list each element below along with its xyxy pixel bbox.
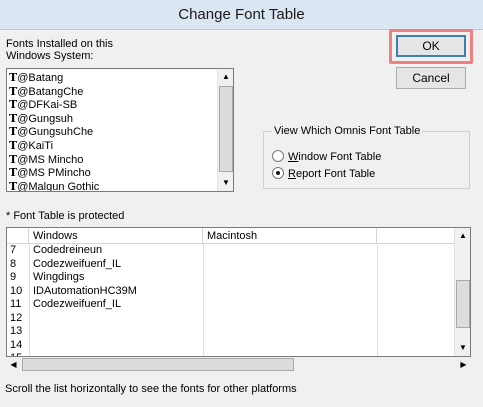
truetype-font-icon: T (9, 111, 17, 125)
font-list-item[interactable]: T@DFKai-SB (9, 98, 216, 112)
windows-font-cell[interactable]: Wingdings (33, 271, 84, 285)
font-name: @Malgun Gothic (17, 180, 100, 192)
table-row[interactable]: 11 Codezweifuenf_IL (7, 298, 453, 312)
row-number: 10 (10, 284, 23, 297)
table-row[interactable]: 10 IDAutomationHC39M (7, 285, 453, 299)
footer-hint: Scroll the list horizontally to see the … (5, 383, 297, 395)
font-list-item[interactable]: T@Gungsuh (9, 112, 216, 126)
row-number: 12 (10, 311, 23, 324)
table-row[interactable]: 8 Codezweifuenf_IL (7, 258, 453, 272)
table-scroll-up-arrow-icon[interactable]: ▲ (455, 228, 470, 244)
scroll-down-arrow-icon[interactable]: ▼ (218, 175, 233, 191)
truetype-font-icon: T (9, 166, 17, 180)
windows-font-cell[interactable]: Codezweifuenf_IL (33, 258, 121, 272)
font-list-item[interactable]: T@KaiTi (9, 139, 216, 153)
truetype-font-icon: T (9, 84, 17, 98)
header-extra[interactable] (377, 228, 455, 244)
font-list-item[interactable]: T@Batang (9, 71, 216, 85)
row-number: 14 (10, 338, 23, 351)
table-horizontal-scrollbar[interactable]: ◀ ▶ (6, 357, 471, 372)
row-number: 9 (10, 271, 17, 283)
row-number: 11 (10, 298, 22, 310)
truetype-font-icon: T (9, 152, 17, 166)
table-vertical-scrollbar[interactable]: ▲ ▼ (454, 228, 470, 356)
font-list-item[interactable]: T@Malgun Gothic (9, 179, 216, 192)
radio-button-icon[interactable] (272, 150, 284, 162)
ok-button[interactable]: OK (396, 35, 466, 57)
table-scroll-down-arrow-icon[interactable]: ▼ (455, 340, 470, 356)
font-list-item[interactable]: T@GungsuhChe (9, 125, 216, 139)
font-name: @GungsuhChe (17, 126, 94, 139)
truetype-font-icon: T (9, 179, 17, 192)
radio-window-label: Window Font Table (288, 151, 382, 163)
font-name: @KaiTi (17, 139, 54, 152)
scroll-right-arrow-icon[interactable]: ▶ (456, 357, 471, 372)
header-macintosh[interactable]: Macintosh (203, 228, 377, 244)
window-title: Change Font Table (0, 0, 483, 30)
table-row[interactable]: 13 (7, 325, 453, 339)
truetype-font-icon: T (9, 71, 17, 84)
fonts-installed-label-line1: Fonts Installed on this (6, 38, 114, 50)
table-row[interactable]: 7 Codedreineun (7, 244, 453, 258)
radio-button-selected-icon[interactable] (272, 167, 284, 179)
table-header: Windows Macintosh (7, 228, 470, 244)
font-name: @DFKai-SB (17, 99, 78, 112)
windows-font-cell[interactable]: Codedreineun (33, 244, 102, 258)
radio-report-font-table[interactable]: Report Font Table (272, 167, 375, 181)
font-list-item[interactable]: T@BatangChe (9, 85, 216, 99)
font-name: @MS PMincho (17, 167, 91, 180)
header-num (7, 228, 29, 244)
font-name: @Batang (17, 72, 64, 84)
radio-report-label: Report Font Table (288, 168, 376, 180)
table-row[interactable]: 9 Wingdings (7, 271, 453, 285)
table-scroll-thumb[interactable] (456, 280, 470, 328)
truetype-font-icon: T (9, 125, 17, 139)
font-mapping-table[interactable]: Windows Macintosh 7 Codedreineun 8 Codezwei… (6, 227, 471, 357)
font-list-item[interactable]: T@MS Mincho (9, 153, 216, 167)
row-number: 8 (10, 257, 17, 270)
font-name: @Gungsuh (17, 112, 73, 125)
fonts-installed-label-line2: Windows System: (6, 50, 94, 62)
truetype-font-icon: T (9, 138, 17, 152)
truetype-font-icon: T (9, 98, 17, 112)
font-list-scrollbar[interactable]: ▲ ▼ (217, 69, 233, 191)
font-list-scroll-thumb[interactable] (219, 86, 233, 172)
row-number: 13 (10, 325, 23, 337)
protected-note: * Font Table is protected (6, 210, 125, 222)
table-row[interactable]: 12 (7, 312, 453, 326)
horizontal-scroll-thumb[interactable] (22, 358, 294, 371)
cancel-button[interactable]: Cancel (396, 67, 466, 89)
radio-window-font-table[interactable]: Window Font Table (272, 150, 381, 164)
scroll-up-arrow-icon[interactable]: ▲ (218, 69, 233, 85)
windows-font-cell[interactable]: IDAutomationHC39M (33, 285, 137, 299)
table-row[interactable]: 14 (7, 339, 453, 353)
font-name: @BatangChe (17, 85, 84, 98)
font-name: @MS Mincho (17, 153, 84, 166)
header-windows[interactable]: Windows (29, 228, 203, 244)
row-number: 7 (10, 244, 17, 256)
installed-fonts-list[interactable]: T@Batang T@BatangChe T@DFKai-SB T@Gungsuh T@… (6, 68, 234, 192)
scroll-left-arrow-icon[interactable]: ◀ (6, 357, 21, 372)
windows-font-cell[interactable]: Codezweifuenf_IL (33, 298, 121, 312)
font-table-group-title: View Which Omnis Font Table (272, 125, 423, 137)
font-list-item[interactable]: T@MS PMincho (9, 166, 216, 180)
